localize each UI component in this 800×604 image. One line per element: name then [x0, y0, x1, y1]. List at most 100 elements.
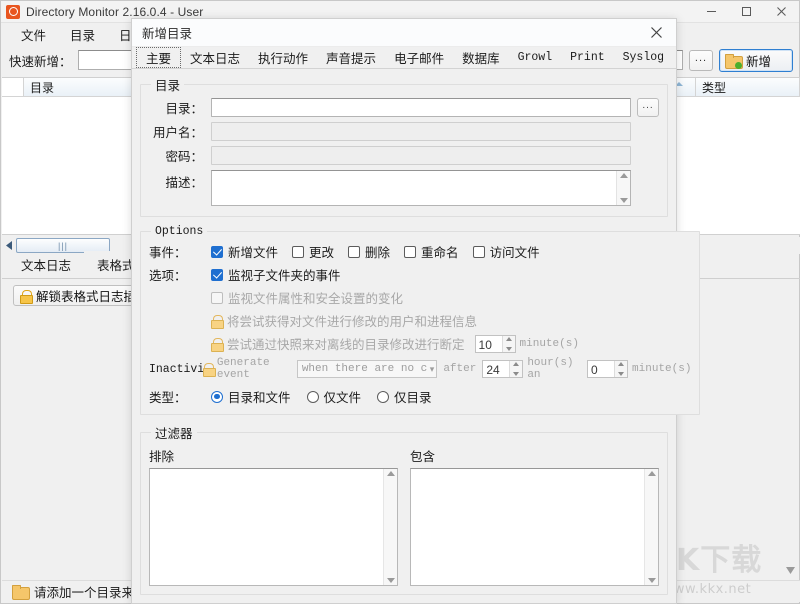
- lock-icon: [20, 289, 33, 304]
- scroll-up-icon[interactable]: [386, 471, 395, 476]
- tab-syslog[interactable]: Syslog: [614, 47, 673, 68]
- lock-icon: [211, 314, 224, 329]
- radio-dirs-only-dot[interactable]: [377, 390, 390, 403]
- checkbox-modified-label: 更改: [309, 246, 335, 260]
- type-row: 类型： 目录和文件 仅文件 仅目录: [149, 387, 691, 406]
- checkbox-get-user-process-info-label: 将尝试获得对文件进行修改的用户和进程信息: [227, 315, 478, 329]
- checkbox-get-user-process-info[interactable]: 将尝试获得对文件进行修改的用户和进程信息: [211, 311, 477, 330]
- events-label: 事件：: [149, 246, 187, 260]
- scroll-left-icon[interactable]: [2, 241, 16, 250]
- options-row-2: 监视文件属性和安全设置的变化: [149, 288, 691, 307]
- scroll-down-icon[interactable]: [647, 578, 656, 583]
- inactivity-hours-buttons[interactable]: [509, 361, 523, 377]
- checkbox-snapshot-offline[interactable]: 尝试通过快照来对离线的目录修改进行断定: [211, 334, 465, 353]
- directory-input[interactable]: [211, 98, 631, 117]
- stepper-up-icon[interactable]: [618, 362, 625, 366]
- stepper-up-icon[interactable]: [505, 336, 512, 341]
- filter-columns: 排除 包含: [149, 446, 659, 586]
- type-label: 类型：: [149, 391, 187, 405]
- checkbox-deleted[interactable]: 删除: [348, 242, 390, 261]
- lock-icon: [211, 337, 224, 352]
- tab-main[interactable]: 主要: [136, 47, 182, 68]
- checkbox-watch-attributes[interactable]: 监视文件属性和安全设置的变化: [211, 288, 403, 307]
- column-header-type[interactable]: 类型: [696, 78, 800, 97]
- radio-dirs-and-files[interactable]: 目录和文件: [211, 387, 291, 406]
- checkbox-renamed-box[interactable]: [404, 245, 417, 258]
- directory-row: 目录： ...: [149, 98, 659, 117]
- stepper-up-icon[interactable]: [513, 362, 520, 366]
- stepper-down-icon[interactable]: [513, 372, 520, 376]
- inactivity-minutes-value[interactable]: 0: [588, 361, 614, 377]
- scroll-up-icon[interactable]: [619, 173, 628, 178]
- tab-growl[interactable]: Growl: [509, 47, 562, 68]
- password-input[interactable]: [211, 146, 631, 165]
- checkbox-modified[interactable]: 更改: [292, 242, 334, 261]
- exclude-label: 排除: [149, 450, 175, 464]
- checkbox-modified-box[interactable]: [292, 245, 305, 258]
- tab-execute-action[interactable]: 执行动作: [249, 47, 317, 68]
- scroll-down-icon[interactable]: [619, 198, 628, 203]
- checkbox-snapshot-offline-label: 尝试通过快照来对离线的目录修改进行断定: [227, 338, 465, 352]
- inactivity-hours-value[interactable]: 24: [483, 361, 509, 377]
- checkbox-accessed[interactable]: 访问文件: [472, 242, 540, 261]
- menu-directory[interactable]: 目录: [58, 23, 107, 46]
- username-label: 用户名：: [152, 126, 203, 140]
- include-list[interactable]: [410, 468, 659, 586]
- inactivity-minutes-stepper[interactable]: 0: [587, 360, 629, 378]
- checkbox-new-file[interactable]: 新增文件: [211, 242, 278, 261]
- scroll-up-icon[interactable]: [647, 471, 656, 476]
- menu-file[interactable]: 文件: [9, 23, 58, 46]
- maximize-icon[interactable]: [729, 1, 764, 23]
- close-icon[interactable]: [764, 1, 799, 23]
- tab-database[interactable]: 数据库: [453, 47, 509, 68]
- add-directory-dialog: 新增目录 主要 文本日志 执行动作 声音提示 电子邮件 数据库 Growl Pr…: [131, 18, 701, 604]
- snapshot-interval-value[interactable]: 10: [476, 336, 502, 352]
- filter-group-legend: 过滤器: [155, 427, 193, 441]
- checkbox-watch-attributes-box[interactable]: [211, 291, 223, 304]
- tab-print[interactable]: Print: [561, 47, 614, 68]
- include-list-scrollbar[interactable]: [644, 469, 658, 585]
- lock-icon: [202, 363, 216, 377]
- checkbox-new-file-label: 新增文件: [228, 246, 279, 260]
- options-row-1: 选项： 监视子文件夹的事件: [149, 265, 691, 284]
- tab-text-log[interactable]: 文本日志: [8, 251, 84, 278]
- checkbox-accessed-box[interactable]: [472, 245, 485, 258]
- checkbox-new-file-box[interactable]: [211, 245, 223, 258]
- inactivity-hours-stepper[interactable]: 24: [482, 360, 524, 378]
- radio-files-only[interactable]: 仅文件: [306, 387, 361, 406]
- checkbox-watch-subfolders[interactable]: 监视子文件夹的事件: [211, 265, 341, 284]
- stepper-down-icon[interactable]: [618, 372, 625, 376]
- scroll-down-icon[interactable]: [785, 563, 795, 577]
- snapshot-interval-buttons[interactable]: [501, 335, 515, 352]
- radio-dirs-and-files-label: 目录和文件: [228, 391, 291, 405]
- description-input[interactable]: [211, 170, 631, 206]
- radio-dirs-only[interactable]: 仅目录: [377, 387, 432, 406]
- log-vertical-scrollbar[interactable]: [782, 531, 798, 583]
- minimize-icon[interactable]: [694, 1, 729, 23]
- dialog-close-icon[interactable]: [636, 19, 676, 47]
- stepper-down-icon[interactable]: [505, 346, 512, 351]
- directory-browse-button[interactable]: ...: [637, 98, 659, 117]
- scroll-down-icon[interactable]: [386, 578, 395, 583]
- column-header-type-label: 类型: [702, 80, 727, 95]
- exclude-list[interactable]: [149, 468, 398, 586]
- tab-email[interactable]: 电子邮件: [385, 47, 453, 68]
- radio-files-only-dot[interactable]: [306, 390, 319, 403]
- inactivity-minutes-buttons[interactable]: [614, 361, 628, 377]
- description-scrollbar[interactable]: [616, 171, 630, 205]
- add-button[interactable]: 新增: [719, 48, 793, 72]
- dialog-body: 目录 目录： ... 用户名： 密码： 描述： Options 事件： 新增文件…: [132, 69, 701, 603]
- directory-group-legend: 目录: [155, 79, 181, 93]
- checkbox-deleted-box[interactable]: [348, 245, 361, 258]
- chevron-down-icon[interactable]: ▾: [428, 364, 435, 375]
- tab-text-log[interactable]: 文本日志: [181, 47, 249, 68]
- browse-button[interactable]: ...: [689, 49, 713, 71]
- exclude-list-scrollbar[interactable]: [383, 469, 397, 585]
- inactivity-condition-select[interactable]: when there are no changes o ▾: [296, 360, 438, 378]
- snapshot-interval-stepper[interactable]: 10: [474, 334, 516, 353]
- tab-sound-alert[interactable]: 声音提示: [317, 47, 385, 68]
- username-input[interactable]: [211, 122, 631, 141]
- radio-dirs-and-files-dot[interactable]: [211, 390, 223, 403]
- checkbox-watch-subfolders-box[interactable]: [211, 268, 223, 281]
- checkbox-renamed[interactable]: 重命名: [404, 242, 459, 261]
